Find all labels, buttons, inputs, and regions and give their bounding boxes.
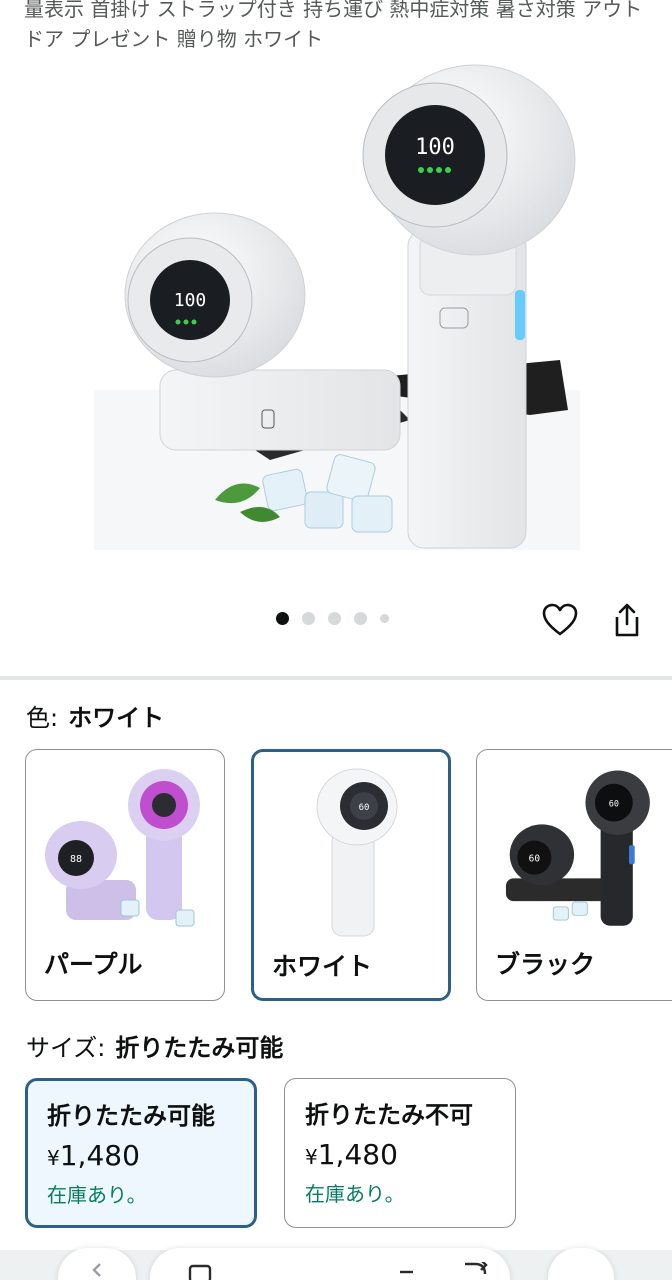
black-fan-thumbnail: 60 60 (487, 764, 665, 936)
white-fan-thumbnail: 60 (264, 762, 442, 942)
gallery-dot[interactable] (302, 612, 315, 625)
gallery-pagination[interactable] (276, 612, 389, 625)
svg-text:60: 60 (359, 803, 370, 813)
gallery-dot[interactable] (276, 612, 289, 625)
svg-text:60: 60 (609, 799, 619, 809)
chevron-left-icon (92, 1263, 101, 1277)
size-option-price: ¥1,480 (305, 1135, 515, 1177)
svg-text:88: 88 (70, 854, 82, 865)
size-option-foldable[interactable]: 折りたたみ可能 ¥1,480 在庫あり。 (25, 1078, 257, 1228)
small-fan-display: 100 (174, 290, 207, 311)
color-option-name: ブラック (495, 950, 596, 979)
svg-text:60: 60 (529, 853, 541, 864)
gallery-dot[interactable] (380, 614, 389, 623)
color-selector-label: 色: ホワイト (26, 703, 164, 733)
gallery-dot[interactable] (328, 612, 341, 625)
product-title: 量表示 首掛け ストラップ付き 持ち運び 熱中症対策 暑さ対策 アウトドア プレ… (24, 0, 643, 51)
size-selected-value: 折りたたみ可能 (115, 1034, 284, 1062)
size-label-key: サイズ: (26, 1034, 106, 1062)
currency-symbol: ¥ (305, 1145, 318, 1169)
gallery-dot[interactable] (354, 612, 367, 625)
color-option-name: パープル (44, 950, 143, 979)
product-main-image[interactable]: 100 100 (90, 60, 590, 552)
price-value: 1,480 (317, 1138, 398, 1171)
currency-symbol: ¥ (47, 1146, 60, 1170)
size-option-name: 折りたたみ不可 (305, 1101, 473, 1129)
section-divider (0, 676, 672, 680)
size-option-price: ¥1,480 (47, 1136, 254, 1178)
size-option-non-foldable[interactable]: 折りたたみ不可 ¥1,480 在庫あり。 (284, 1078, 516, 1228)
size-selector-label: サイズ: 折りたたみ可能 (26, 1033, 283, 1063)
color-option-name: ホワイト (272, 952, 373, 981)
color-option-purple[interactable]: 88 パープル (25, 749, 225, 1001)
stock-status: 在庫あり。 (305, 1182, 405, 1206)
purple-fan-thumbnail: 88 (36, 760, 214, 940)
stock-status: 在庫あり。 (47, 1183, 147, 1207)
size-option-name: 折りたたみ可能 (47, 1102, 215, 1130)
wishlist-heart-icon[interactable] (540, 600, 580, 640)
color-option-black[interactable]: 60 60 ブラック (476, 749, 672, 1001)
share-icon[interactable] (607, 600, 647, 640)
color-selected-value: ホワイト (68, 704, 165, 732)
large-fan-display: 100 (415, 135, 455, 160)
toolbar-icons (188, 1262, 488, 1280)
price-value: 1,480 (59, 1139, 140, 1172)
color-label-key: 色: (26, 704, 59, 732)
color-option-white[interactable]: 60 ホワイト (251, 749, 451, 1001)
browser-actions-bar[interactable] (150, 1248, 510, 1280)
